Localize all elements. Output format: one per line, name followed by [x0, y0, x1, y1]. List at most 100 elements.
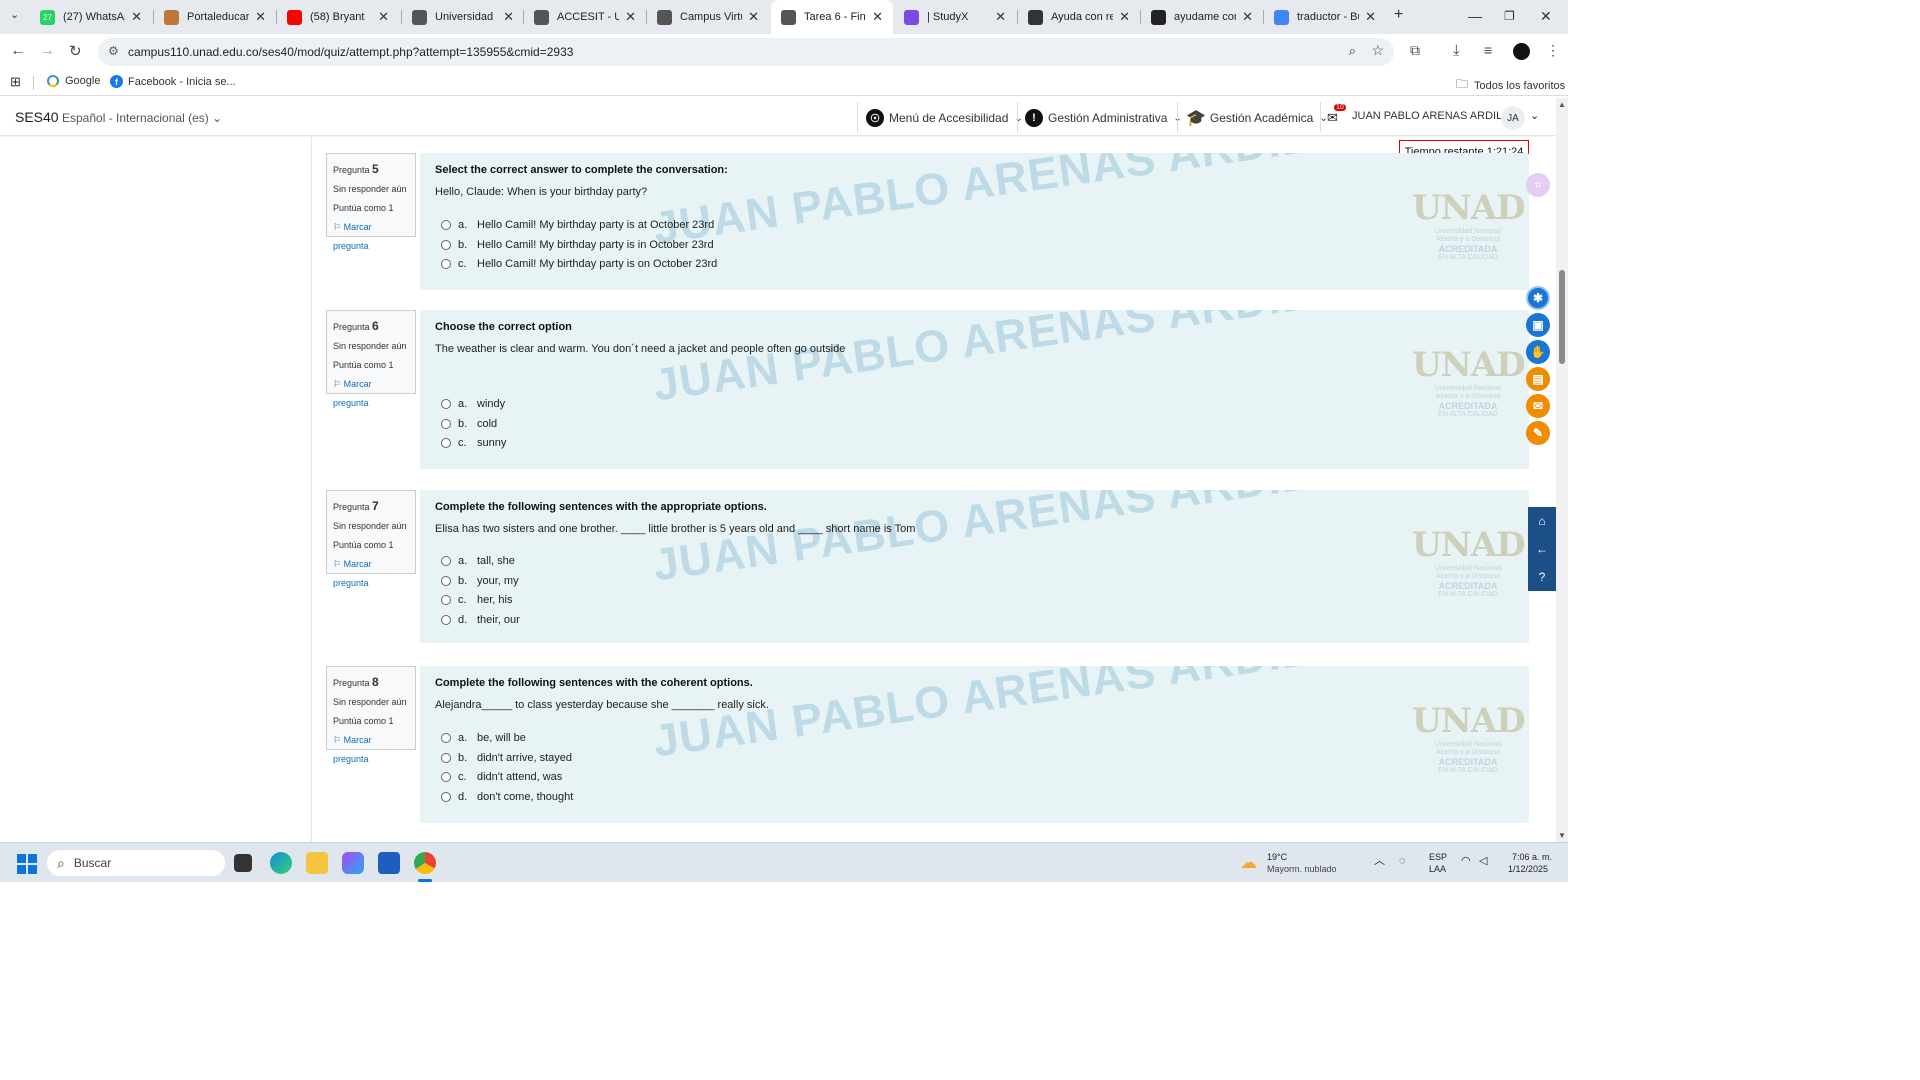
home-icon[interactable]: ⌂ — [1528, 507, 1556, 535]
browser-tab[interactable]: (58) Bryant ✕ — [277, 0, 399, 34]
volume-icon[interactable]: ◁ — [1479, 855, 1487, 867]
restore-icon[interactable]: ❐ — [1504, 9, 1515, 23]
answer-option[interactable]: c. Hello Camil! My birthday party is on O… — [441, 258, 717, 270]
close-tab-icon[interactable]: ✕ — [255, 9, 266, 25]
crop-icon[interactable]: ⌗ — [1526, 173, 1550, 197]
radio-button[interactable] — [441, 418, 451, 429]
tray-app-icon[interactable]: ◌ — [1399, 855, 1406, 867]
radio-button[interactable] — [441, 791, 451, 802]
flag-question-link[interactable]: ⚐ Marcar pregunta — [333, 218, 409, 256]
browser-tab[interactable]: ayudame con l ✕ — [1141, 0, 1263, 34]
windows-start-icon[interactable] — [17, 854, 37, 874]
radio-button[interactable] — [441, 259, 451, 270]
answer-option[interactable]: c. sunny — [441, 437, 506, 449]
document-icon[interactable]: ▤ — [1526, 367, 1550, 391]
answer-option[interactable]: c. didn't attend, was — [441, 771, 562, 783]
accessibility-menu[interactable]: ☉ Menú de Accesibilidad ⌄ — [866, 107, 1023, 129]
close-tab-icon[interactable]: ✕ — [131, 9, 142, 25]
file-explorer-icon[interactable] — [306, 852, 328, 874]
language-selector[interactable]: Español - Internacional (es) ⌄ — [62, 111, 222, 125]
download-icon[interactable]: ⤓ — [1453, 42, 1460, 59]
browser-tab[interactable]: Campus Virtual ✕ — [647, 0, 769, 34]
clock-time[interactable]: 7:06 a. m. — [1512, 851, 1552, 863]
browser-tab[interactable]: Universidad Na ✕ — [402, 0, 524, 34]
copilot-icon[interactable] — [342, 852, 364, 874]
taskbar-search[interactable]: ⌕ Buscar — [47, 850, 225, 876]
weather-icon[interactable]: ☁ — [1240, 853, 1257, 873]
user-name[interactable]: JUAN PABLO ARENAS ARDILA — [1352, 110, 1510, 122]
academic-menu[interactable]: 🎓 Gestión Académica ⌄ — [1186, 107, 1328, 129]
close-tab-icon[interactable]: ✕ — [503, 9, 514, 25]
browser-tab[interactable]: traductor - Bus ✕ — [1264, 0, 1386, 34]
close-tab-icon[interactable]: ✕ — [748, 9, 759, 25]
answer-option[interactable]: a. windy — [441, 398, 505, 410]
apps-grid-icon[interactable]: ⊞ — [10, 74, 21, 90]
close-tab-icon[interactable]: ✕ — [378, 9, 389, 25]
radio-button[interactable] — [441, 220, 451, 230]
radio-button[interactable] — [441, 575, 451, 586]
edge-icon[interactable] — [270, 852, 292, 874]
url-text[interactable]: campus110.unad.edu.co/ses40/mod/quiz/att… — [128, 45, 573, 59]
reload-icon[interactable]: ↻ — [69, 42, 82, 60]
answer-option[interactable]: b. didn't arrive, stayed — [441, 752, 572, 764]
hand-icon[interactable]: ✋ — [1526, 340, 1550, 364]
close-tab-icon[interactable]: ✕ — [1242, 9, 1253, 25]
close-tab-icon[interactable]: ✕ — [1365, 9, 1376, 25]
email-icon[interactable]: ✉ — [1526, 394, 1550, 418]
browser-tab[interactable]: Ayuda con resp ✕ — [1018, 0, 1140, 34]
forward-icon[interactable]: → — [39, 42, 55, 60]
chrome-menu-icon[interactable]: ⋮ — [1546, 42, 1560, 59]
radio-button[interactable] — [441, 556, 451, 566]
radio-button[interactable] — [441, 752, 451, 763]
radio-button[interactable] — [441, 733, 451, 743]
answer-option[interactable]: a. tall, she — [441, 555, 515, 567]
site-brand[interactable]: SES40 — [15, 109, 59, 125]
weather-temp[interactable]: 19°C — [1267, 851, 1287, 863]
radio-button[interactable] — [441, 772, 451, 783]
bookmark-google[interactable]: Google — [47, 75, 100, 87]
radio-button[interactable] — [441, 614, 451, 625]
answer-option[interactable]: a. be, will be — [441, 732, 526, 744]
browser-tab[interactable]: | StudyX ✕ — [894, 0, 1016, 34]
all-bookmarks[interactable]: 🗀 Todos los favoritos — [1456, 75, 1565, 96]
task-view-icon[interactable] — [234, 854, 252, 872]
close-window-icon[interactable]: ✕ — [1540, 8, 1552, 25]
browser-tab[interactable]: Tarea 6 - Final ✕ — [771, 0, 893, 34]
site-info-icon[interactable]: ⚙ — [108, 44, 119, 58]
radio-button[interactable] — [441, 595, 451, 606]
browser-tab[interactable]: Portaleducar ✕ — [154, 0, 276, 34]
help-icon[interactable]: ? — [1528, 563, 1556, 591]
extensions-icon[interactable]: ⧉ — [1410, 42, 1420, 59]
notes-icon[interactable]: ✎ — [1526, 421, 1550, 445]
accessibility-widget-icon[interactable]: ✱ — [1526, 286, 1550, 310]
admin-menu[interactable]: ! Gestión Administrativa ⌄ — [1025, 107, 1182, 129]
radio-button[interactable] — [441, 239, 451, 250]
zoom-icon[interactable]: ⌕ — [1349, 43, 1356, 59]
flag-question-link[interactable]: ⚐ Marcar pregunta — [333, 731, 409, 769]
close-tab-icon[interactable]: ✕ — [625, 9, 636, 25]
profile-avatar[interactable] — [1513, 43, 1530, 60]
tab-search-icon[interactable]: ⌄ — [10, 8, 19, 21]
tray-chevron-icon[interactable]: ︿ — [1374, 855, 1385, 867]
browser-tab[interactable]: ACCESIT - Univ ✕ — [524, 0, 646, 34]
user-avatar[interactable]: JA — [1501, 106, 1525, 130]
flag-question-link[interactable]: ⚐ Marcar pregunta — [333, 375, 409, 413]
back-arrow-icon[interactable]: ← — [1528, 535, 1556, 563]
media-control-icon[interactable]: ≡ — [1484, 42, 1492, 58]
radio-button[interactable] — [441, 438, 451, 449]
flag-question-link[interactable]: ⚐ Marcar pregunta — [333, 555, 409, 593]
browser-tab[interactable]: 27 (27) WhatsApp ✕ — [30, 0, 152, 34]
bookmark-facebook[interactable]: f Facebook - Inicia se... — [110, 75, 236, 88]
close-tab-icon[interactable]: ✕ — [995, 9, 1006, 25]
scroll-up-icon[interactable]: ▲ — [1558, 100, 1566, 109]
weather-desc[interactable]: Mayorm. nublado — [1267, 863, 1337, 875]
input-layout[interactable]: LAA — [1429, 863, 1446, 875]
close-tab-icon[interactable]: ✕ — [872, 9, 883, 25]
answer-option[interactable]: c. her, his — [441, 594, 512, 606]
wifi-icon[interactable]: ◠ — [1461, 855, 1471, 867]
store-icon[interactable] — [378, 852, 400, 874]
clock-date[interactable]: 1/12/2025 — [1508, 863, 1548, 875]
answer-option[interactable]: a. Hello Camil! My birthday party is at O… — [441, 219, 714, 231]
close-tab-icon[interactable]: ✕ — [1119, 9, 1130, 25]
bookmark-star-icon[interactable]: ☆ — [1371, 42, 1384, 59]
